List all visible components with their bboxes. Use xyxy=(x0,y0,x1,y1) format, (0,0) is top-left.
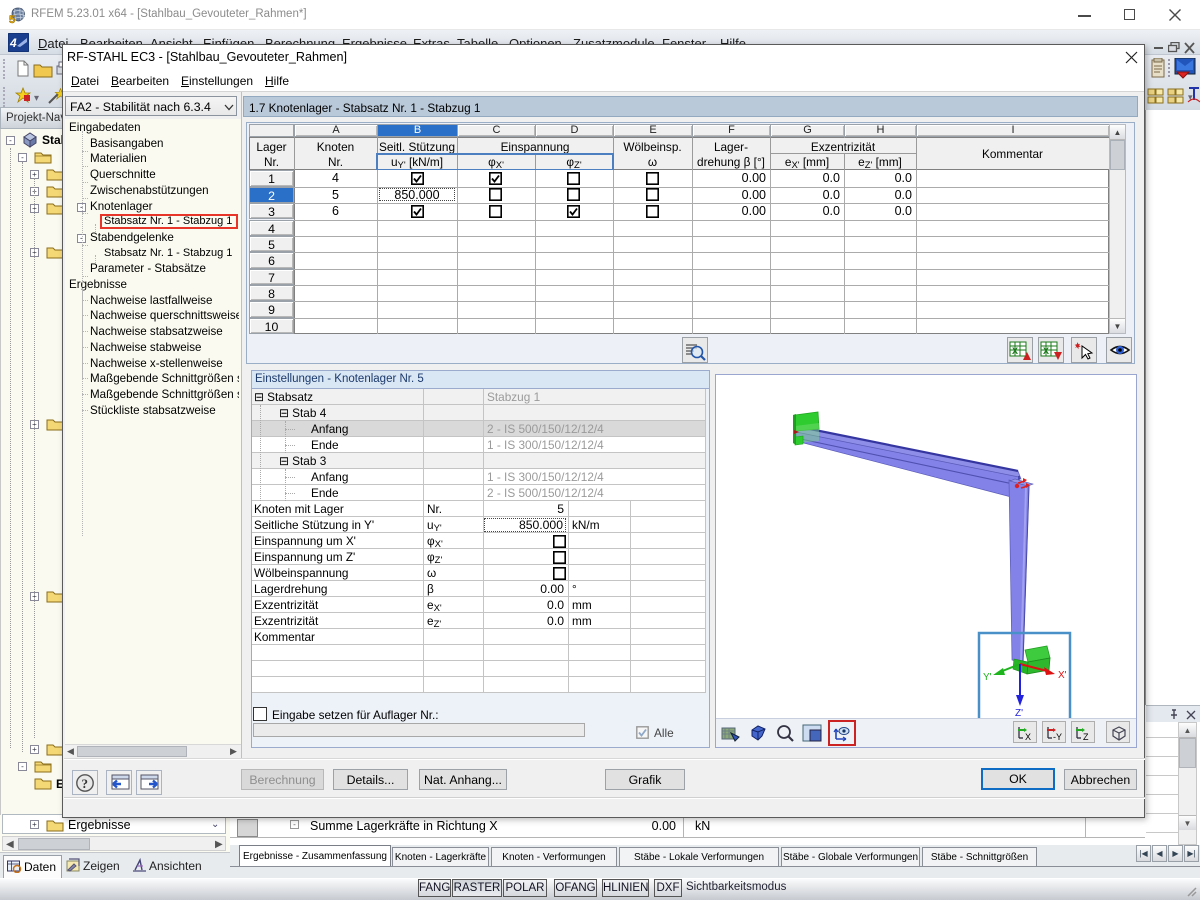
svg-text:-Y: -Y xyxy=(1053,732,1062,742)
svg-text:Z: Z xyxy=(1083,732,1089,742)
svg-text:5: 5 xyxy=(9,14,15,24)
svg-text:4: 4 xyxy=(9,36,17,50)
svg-text:X: X xyxy=(1012,346,1018,356)
svg-text:X: X xyxy=(1043,346,1049,356)
svg-text:X: X xyxy=(1025,732,1031,742)
svg-text:Z': Z' xyxy=(1015,708,1023,718)
svg-text:?: ? xyxy=(82,776,89,791)
svg-text:X': X' xyxy=(1058,670,1067,681)
svg-text:Y': Y' xyxy=(983,672,992,683)
